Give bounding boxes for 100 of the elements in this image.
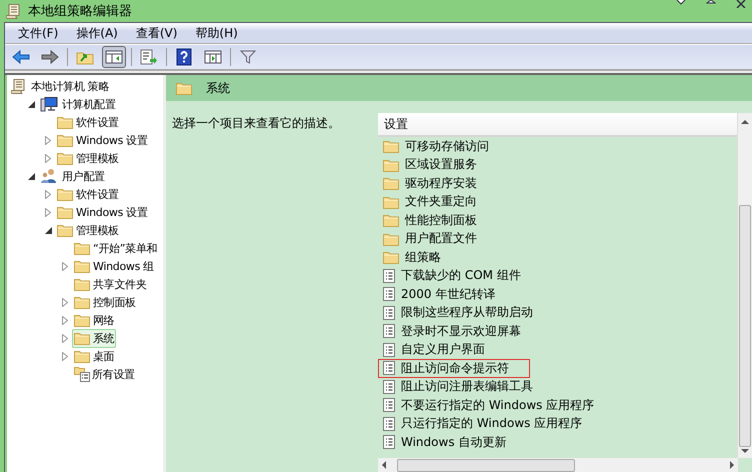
- back-arrow-icon[interactable]: [12, 49, 30, 65]
- tree-item[interactable]: 管理模板: [55, 220, 121, 240]
- scroll-icon: [11, 78, 27, 94]
- setting-row[interactable]: 可移动存储访问: [378, 137, 510, 156]
- folder-icon: [57, 205, 73, 219]
- setting-icon: [383, 361, 395, 376]
- tree-item[interactable]: 系统: [72, 328, 116, 348]
- setting-row[interactable]: 阻止访问注册表编辑工具: [378, 378, 554, 396]
- tree-item[interactable]: 所有设置: [72, 364, 137, 384]
- setting-row[interactable]: 2000 年世纪转译: [378, 285, 516, 304]
- computer-icon: [40, 96, 58, 112]
- setting-row[interactable]: Windows 自动更新: [378, 433, 528, 452]
- tree-item[interactable]: 网络: [72, 310, 116, 330]
- setting-row[interactable]: 文件夹重定向: [378, 192, 498, 211]
- folder-icon: [74, 295, 90, 309]
- tree-item[interactable]: Windows 设置: [55, 202, 150, 222]
- expand-arrow-icon[interactable]: [62, 334, 68, 342]
- horizontal-scrollbar[interactable]: [378, 458, 738, 472]
- users-icon: [40, 168, 58, 184]
- folder-icon: [57, 223, 73, 237]
- tree-item[interactable]: 共享文件夹: [72, 274, 149, 294]
- setting-row[interactable]: 组策略: [378, 248, 462, 266]
- setting-row[interactable]: 区域设置服务: [378, 156, 498, 174]
- vertical-scrollbar[interactable]: [737, 113, 752, 458]
- tree-pane-icon[interactable]: [105, 49, 123, 65]
- menu-item[interactable]: 帮助(H): [186, 24, 247, 42]
- setting-row[interactable]: 限制这些程序从帮助启动: [378, 304, 554, 322]
- setting-icon: [383, 268, 395, 283]
- setting-row[interactable]: 下载缺少的 COM 组件: [378, 266, 542, 285]
- tree-item[interactable]: 管理模板: [55, 148, 121, 168]
- folder-icon: [74, 241, 90, 255]
- setting-row[interactable]: 自定义用户界面: [378, 340, 506, 359]
- expand-arrow-icon[interactable]: [62, 298, 68, 306]
- folder-icon: [383, 213, 399, 228]
- expand-arrow-icon[interactable]: [62, 262, 68, 270]
- folder-icon: [74, 313, 90, 327]
- tree-item[interactable]: 用户配置: [38, 166, 107, 186]
- scroll-up-icon[interactable]: [741, 119, 749, 125]
- expand-arrow-icon[interactable]: [45, 136, 51, 144]
- setting-icon: [383, 342, 395, 357]
- expand-arrow-icon[interactable]: [45, 154, 51, 162]
- setting-row[interactable]: 只运行指定的 Windows 应用程序: [378, 414, 604, 433]
- tree-item[interactable]: 软件设置: [55, 112, 121, 132]
- folder-icon: [74, 259, 90, 273]
- setting-icon: [383, 324, 395, 338]
- menu-item[interactable]: 文件(F): [9, 24, 68, 42]
- expand-arrow-icon[interactable]: [45, 190, 51, 198]
- setting-icon: [383, 380, 395, 394]
- scroll-right-icon[interactable]: [729, 461, 735, 469]
- setting-row[interactable]: 用户配置文件: [378, 230, 498, 248]
- tree-item[interactable]: 本地计算机 策略: [9, 76, 112, 96]
- tree-item[interactable]: Windows 设置: [55, 130, 150, 150]
- folder-icon: [57, 133, 73, 147]
- setting-row[interactable]: 阻止访问命令提示符: [378, 359, 530, 378]
- folder-icon: [383, 139, 399, 154]
- menu-item[interactable]: 查看(V): [126, 24, 186, 42]
- setting-row[interactable]: 不要运行指定的 Windows 应用程序: [378, 396, 616, 414]
- setting-icon: [383, 287, 395, 302]
- action-pane-icon[interactable]: [204, 49, 222, 65]
- folder-icon: [383, 250, 399, 264]
- setting-icon: [383, 306, 395, 320]
- section-title: 系统: [206, 80, 230, 96]
- collapse-arrow-icon[interactable]: [44, 226, 52, 234]
- setting-icon: [383, 416, 395, 431]
- folder-icon: [57, 151, 73, 165]
- description-text: 选择一个项目来查看它的描述。: [171, 115, 341, 132]
- help-icon[interactable]: [176, 48, 192, 66]
- collapse-arrow-icon[interactable]: [28, 100, 34, 108]
- folder-icon: [74, 277, 90, 291]
- folder-icon: [57, 115, 73, 129]
- tree-item[interactable]: Windows 组: [72, 256, 156, 276]
- folder-icon: [383, 194, 399, 209]
- folder-icon: [57, 187, 73, 201]
- close-icon[interactable]: [736, 0, 746, 8]
- folder-icon: [74, 349, 90, 363]
- forward-arrow-icon[interactable]: [41, 49, 59, 65]
- folder-icon: [383, 176, 399, 190]
- collapse-arrow-icon[interactable]: [28, 172, 34, 180]
- column-header[interactable]: 设置: [378, 113, 737, 137]
- folder-icon: [383, 232, 399, 246]
- setting-row[interactable]: 登录时不显示欢迎屏幕: [378, 322, 542, 340]
- folder-icon: [176, 81, 192, 95]
- tree-item[interactable]: 软件设置: [55, 184, 121, 204]
- expand-arrow-icon[interactable]: [62, 352, 68, 360]
- tree-item[interactable]: 桌面: [72, 346, 116, 366]
- folder-icon: [74, 331, 90, 345]
- setting-row[interactable]: 性能控制面板: [378, 211, 498, 230]
- setting-row[interactable]: 驱动程序安装: [378, 174, 498, 192]
- export-list-icon[interactable]: [140, 49, 158, 65]
- expand-arrow-icon[interactable]: [62, 316, 68, 324]
- expand-arrow-icon[interactable]: [45, 208, 51, 216]
- filter-icon[interactable]: [240, 49, 256, 65]
- scroll-left-icon[interactable]: [381, 461, 387, 469]
- window-title: 本地组策略编辑器: [28, 3, 132, 20]
- tree-item[interactable]: 计算机配置: [38, 94, 118, 114]
- menu-item[interactable]: 操作(A): [67, 24, 127, 42]
- tree-item[interactable]: 控制面板: [72, 292, 138, 312]
- tree-item[interactable]: “开始”菜单和: [72, 238, 160, 258]
- app-icon: [6, 3, 22, 19]
- settings-list-icon: [74, 366, 90, 382]
